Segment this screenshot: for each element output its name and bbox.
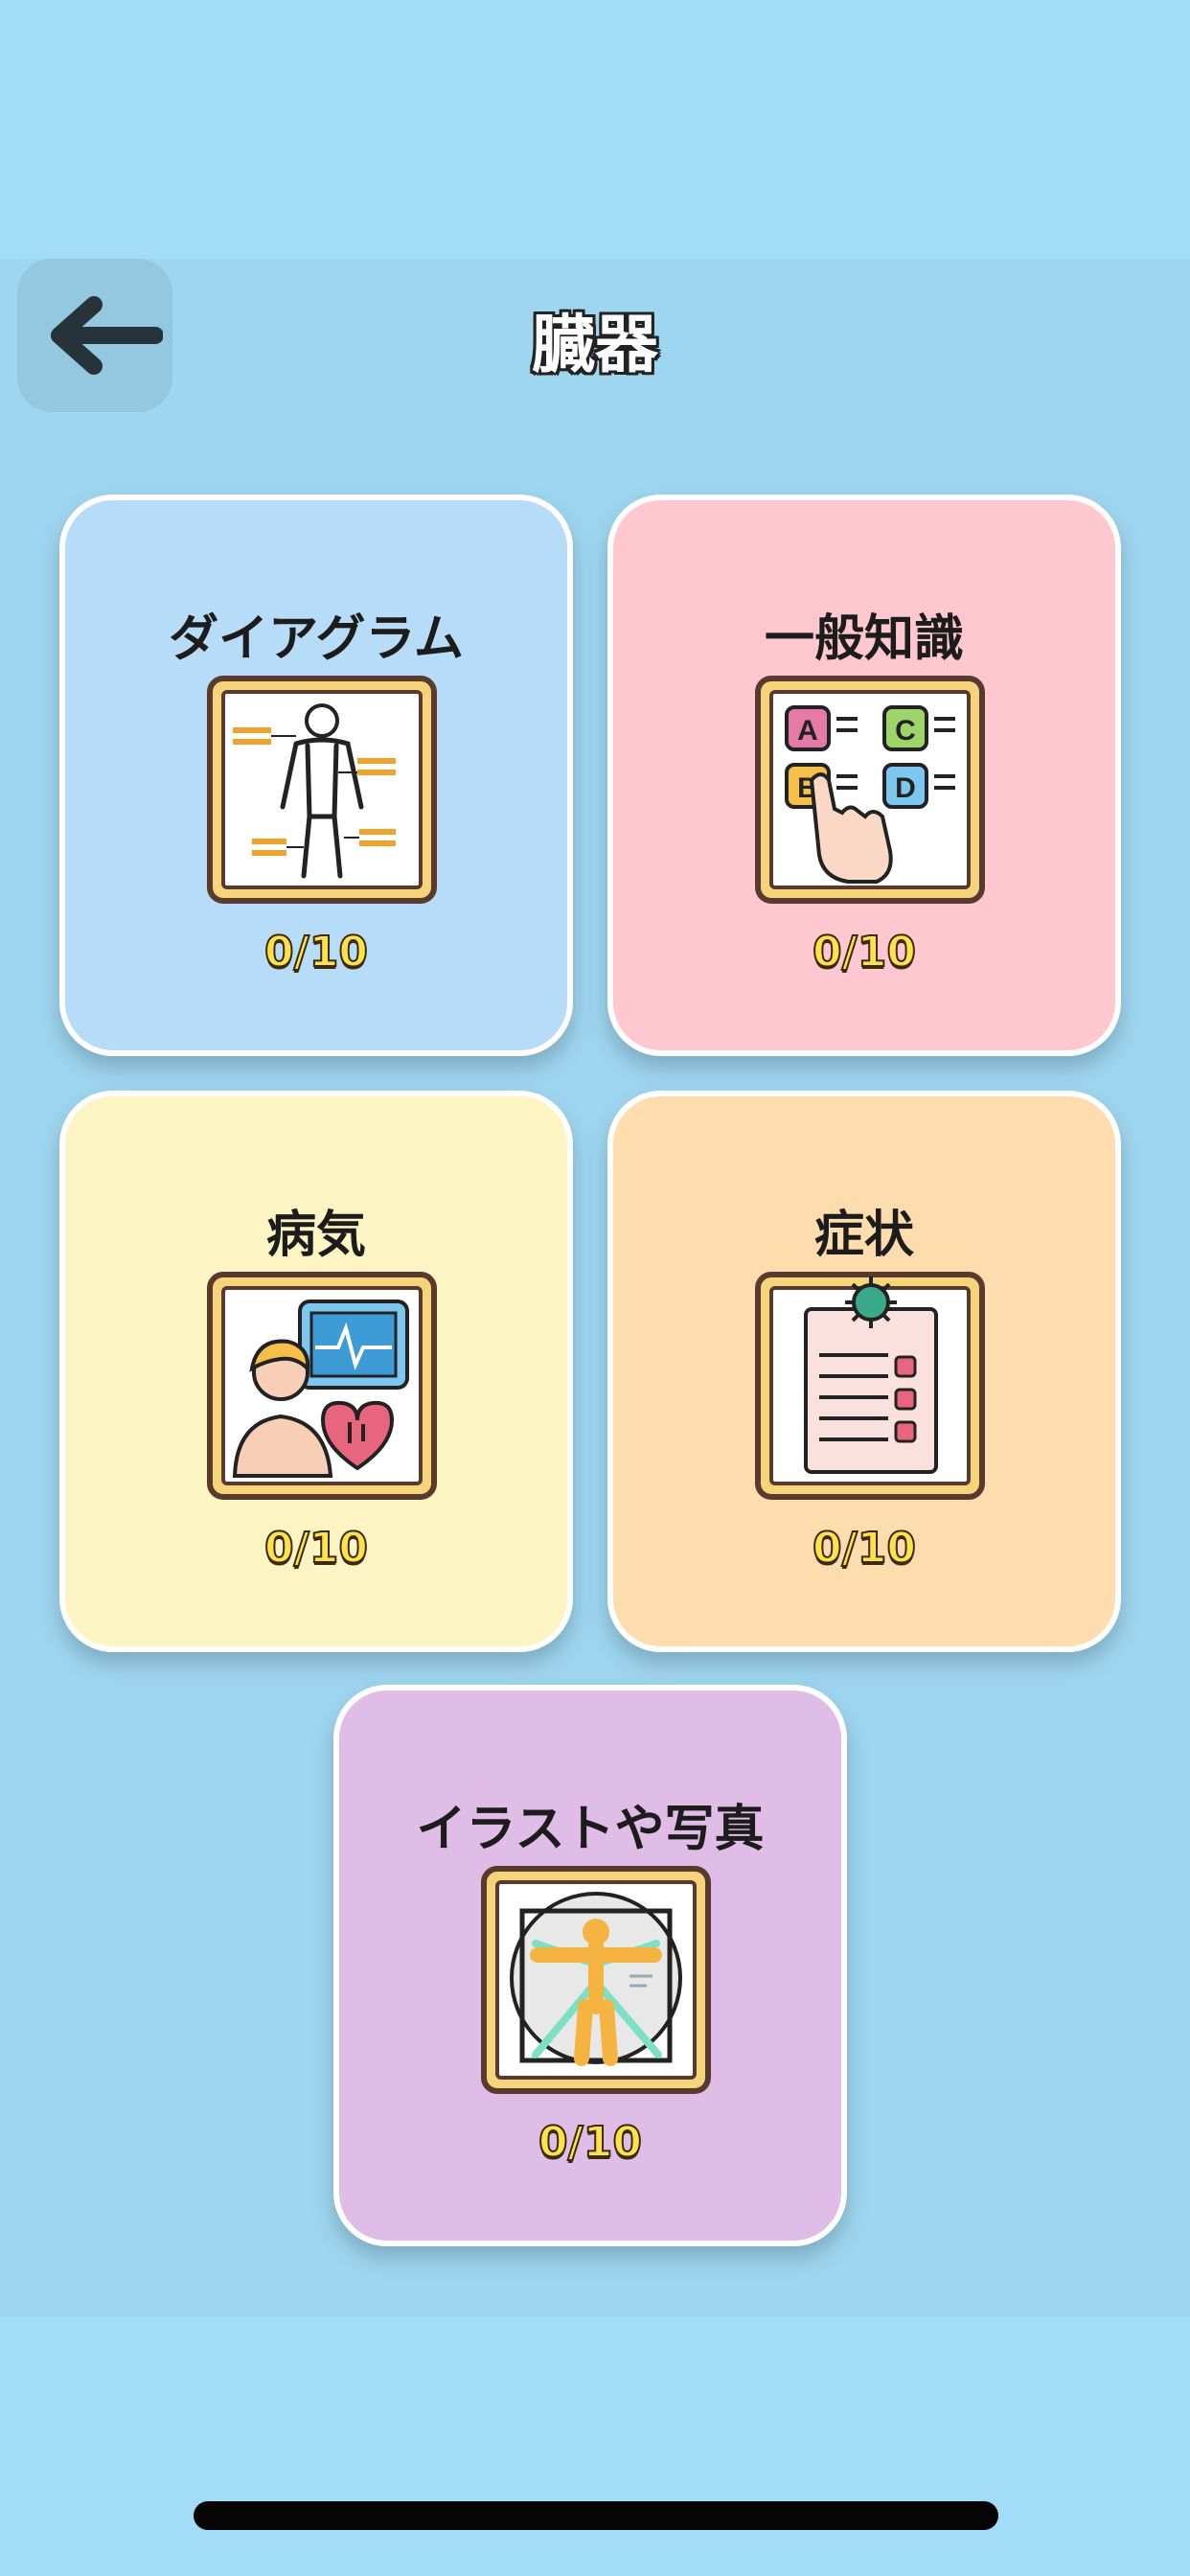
body-diagram-icon xyxy=(207,676,437,904)
page-title: 臓器 xyxy=(532,308,658,381)
card-score: 0/10 xyxy=(812,1523,917,1574)
card-disease[interactable]: 病気 0/10 xyxy=(59,1091,573,1652)
quiz-choices-icon: A C B D xyxy=(755,676,985,904)
card-score: 0/10 xyxy=(263,927,369,978)
card-score: 0/10 xyxy=(538,2117,643,2168)
card-general-knowledge[interactable]: 一般知識 A C B D 0/10 xyxy=(607,494,1121,1056)
card-diagram[interactable]: ダイアグラム 0/10 xyxy=(59,494,573,1056)
card-score: 0/10 xyxy=(263,1523,369,1574)
card-label: 症状 xyxy=(813,1207,914,1264)
card-label: 病気 xyxy=(265,1207,366,1264)
svg-text:A: A xyxy=(797,715,818,747)
card-label: 一般知識 xyxy=(764,610,964,668)
card-label: ダイアグラム xyxy=(169,610,464,668)
home-indicator[interactable] xyxy=(194,2501,998,2530)
card-label: イラストや写真 xyxy=(416,1801,765,1858)
patient-heart-monitor-icon xyxy=(207,1272,437,1500)
card-score: 0/10 xyxy=(812,927,917,978)
card-illustrations-photos[interactable]: イラストや写真 0/10 xyxy=(333,1685,847,2246)
card-symptoms[interactable]: 症状 0/10 xyxy=(607,1091,1121,1652)
virus-checklist-icon xyxy=(755,1272,985,1500)
svg-text:D: D xyxy=(895,772,916,804)
vitruvian-man-icon xyxy=(481,1866,711,2094)
svg-text:C: C xyxy=(895,715,916,747)
